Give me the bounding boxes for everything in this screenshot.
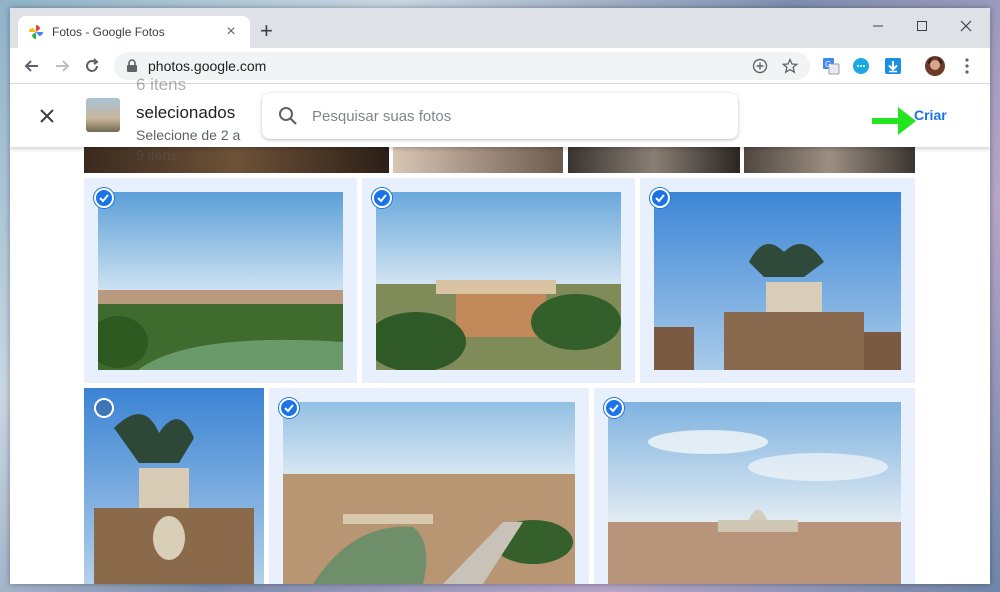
green-arrow-icon (872, 107, 916, 135)
download-extension-icon[interactable] (882, 55, 904, 77)
tab-google-fotos[interactable]: Fotos - Google Fotos × (18, 16, 250, 48)
tab-strip: Fotos - Google Fotos × + (10, 8, 990, 48)
photo-st-peters (608, 402, 901, 584)
tab-close-icon[interactable]: × (222, 23, 240, 41)
photo-angel-wide (84, 388, 264, 584)
photo-rome-river (98, 192, 343, 370)
grid-item-castel-courtyard-view[interactable] (362, 178, 635, 383)
selected-count: 6 itens (136, 75, 187, 94)
google-photos-icon (29, 25, 43, 39)
browser-window: Fotos - Google Fotos × + photos.google.c… (10, 8, 990, 584)
chat-extension-icon[interactable] (850, 55, 872, 77)
search-input[interactable] (312, 107, 722, 125)
close-selection-icon[interactable] (34, 103, 60, 129)
grid-item-tiber-bridge-view[interactable] (269, 388, 589, 584)
unselected-circle-icon[interactable] (94, 398, 114, 418)
selected-check-icon[interactable] (650, 188, 670, 208)
back-arrow-icon[interactable] (20, 54, 44, 78)
selected-check-icon[interactable] (279, 398, 299, 418)
photo-strip-2 (393, 147, 563, 173)
svg-text:G: G (825, 60, 831, 69)
translate-extension-icon[interactable]: G (820, 55, 842, 77)
address-bar[interactable]: photos.google.com (114, 52, 810, 80)
lock-icon (127, 59, 137, 72)
grid-item-angel-statue-closeup[interactable] (640, 178, 915, 383)
photo-castel-courtyard (376, 192, 621, 370)
bookmark-star-icon[interactable] (782, 58, 798, 74)
url-text: photos.google.com (148, 58, 267, 74)
install-plus-icon[interactable] (752, 58, 768, 74)
chrome-menu-icon[interactable] (956, 55, 978, 77)
photo-grid (10, 147, 990, 584)
forward-arrow-icon[interactable] (50, 54, 74, 78)
close-window-icon[interactable] (946, 14, 986, 38)
photo-tiber-bridge (283, 402, 575, 584)
photo-strip-3 (568, 147, 740, 173)
selection-hint-more: 9 itens (136, 147, 178, 163)
selection-hint: Selecione de 2 a (136, 127, 241, 143)
minimize-icon[interactable] (858, 14, 898, 38)
search-box[interactable] (262, 93, 738, 139)
selection-header: 6 itens selecionados Selecione de 2 a 9 … (10, 75, 990, 163)
selection-thumbnail (86, 98, 120, 132)
create-button[interactable]: Criar (914, 107, 947, 123)
tab-title: Fotos - Google Fotos (52, 25, 165, 39)
new-tab-icon[interactable]: + (260, 20, 273, 42)
photo-strip-4 (744, 147, 915, 173)
maximize-icon[interactable] (902, 14, 942, 38)
selected-check-icon[interactable] (604, 398, 624, 418)
selected-check-icon[interactable] (372, 188, 392, 208)
reload-icon[interactable] (80, 54, 104, 78)
selected-check-icon[interactable] (94, 188, 114, 208)
selected-title: selecionados (136, 103, 236, 122)
grid-item-rome-river-view[interactable] (84, 178, 357, 383)
profile-avatar[interactable] (924, 55, 946, 77)
search-icon (279, 107, 297, 125)
grid-item-st-peters-skyline[interactable] (594, 388, 915, 584)
photo-angel-closeup (654, 192, 901, 370)
grid-item-angel-statue-wide[interactable] (84, 388, 264, 584)
